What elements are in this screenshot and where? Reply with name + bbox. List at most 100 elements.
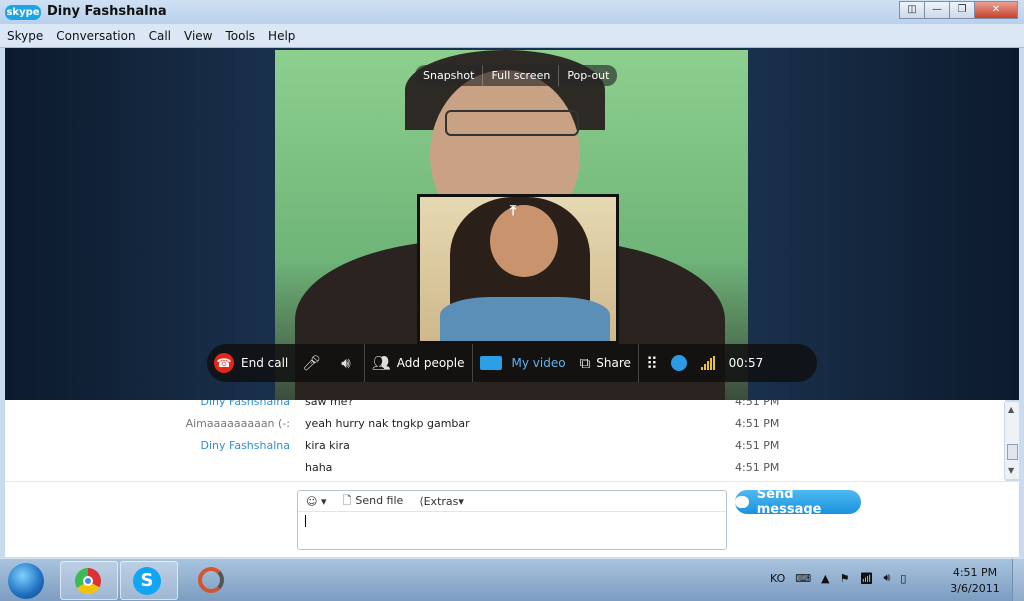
end-call-button[interactable]: ☎ End call: [207, 344, 295, 382]
speaker-icon: 🔊︎: [341, 354, 351, 372]
self-shirt: [440, 297, 610, 341]
dialpad-button[interactable]: ⠿: [637, 344, 664, 382]
app-ring-icon[interactable]: [198, 567, 224, 593]
send-message-button[interactable]: Send message: [735, 487, 861, 517]
menu-call[interactable]: Call: [142, 29, 177, 43]
taskbar-skype[interactable]: S: [120, 561, 178, 600]
compact-view-button[interactable]: ◫: [899, 1, 925, 19]
menu-conversation[interactable]: Conversation: [49, 29, 141, 43]
language-indicator[interactable]: KO: [770, 572, 785, 585]
title-bar: skype Diny Fashshalna ◫ — ❐ ✕: [0, 0, 1024, 24]
my-video-label: My video: [511, 356, 566, 370]
show-hidden-icons-icon[interactable]: ▲: [821, 572, 829, 585]
snapshot-button[interactable]: Snapshot: [415, 65, 482, 86]
keyboard-icon[interactable]: ⌨: [795, 572, 811, 585]
scroll-down-icon[interactable]: ▼: [1008, 466, 1014, 475]
action-center-icon[interactable]: ⚑: [840, 572, 850, 585]
signal-bars-icon: [700, 356, 715, 370]
emoticon-button[interactable]: ☺ ▾: [298, 495, 335, 508]
window-buttons: ◫ — ❐ ✕: [899, 1, 1018, 19]
send-file-button[interactable]: 🗋 Send file: [335, 492, 412, 511]
chat-row: haha 4:51 PM: [5, 458, 1005, 480]
scroll-thumb[interactable]: [1007, 444, 1018, 460]
taskbar-chrome[interactable]: [60, 561, 118, 600]
scroll-up-icon[interactable]: ▲: [1008, 405, 1014, 414]
dialpad-icon: ⠿: [645, 353, 658, 373]
mute-button[interactable]: 🎤︎: [295, 344, 334, 382]
share-label: Share: [596, 356, 631, 370]
chat-time: 4:51 PM: [735, 461, 780, 474]
chat-time: 4:51 PM: [735, 439, 780, 452]
chrome-icon: [75, 568, 101, 594]
volume-icon[interactable]: 🔊︎: [883, 571, 890, 585]
chat-bubble-icon: [735, 496, 749, 508]
send-file-label: Send file: [355, 493, 404, 507]
video-area: Snapshot Full screen Pop-out ⤒ ☎ End cal…: [5, 48, 1019, 400]
chat-sender[interactable]: Diny Fashshalna: [201, 400, 290, 408]
call-timer: 00:57: [728, 356, 764, 370]
self-face: [490, 205, 558, 277]
chat-sender[interactable]: Diny Fashshalna: [201, 439, 290, 452]
self-video[interactable]: ⤒: [417, 194, 619, 344]
clock-time: 4:51 PM: [952, 566, 998, 579]
file-icon: 🗋: [342, 493, 352, 507]
chat-message: haha: [305, 461, 333, 474]
chat-message: yeah hurry nak tngkp gambar: [305, 417, 470, 430]
end-call-label: End call: [241, 356, 289, 370]
remote-glasses: [445, 110, 579, 136]
chat-sender[interactable]: Aimaaaaaaaaan (-:: [186, 417, 290, 430]
message-composer[interactable]: ☺ ▾ 🗋 Send file ⟨Extras▾: [297, 490, 727, 550]
chat-message: saw me?: [305, 400, 354, 408]
extras-button[interactable]: ⟨Extras▾: [411, 495, 472, 508]
call-quality-button[interactable]: [694, 344, 722, 382]
battery-icon[interactable]: ▯: [900, 572, 906, 585]
menu-bar: Skype Conversation Call View Tools Help: [0, 24, 1024, 48]
microphone-muted-icon: 🎤︎: [302, 354, 322, 372]
menu-view[interactable]: View: [177, 29, 218, 43]
taskbar: S KO ⌨ ▲ ⚑ 📶︎ 🔊︎ ▯ 4:51 PM 3/6/2011: [0, 558, 1024, 601]
menu-help[interactable]: Help: [261, 29, 301, 43]
start-button[interactable]: [8, 563, 44, 599]
fullscreen-button[interactable]: Full screen: [482, 65, 558, 86]
chat-scrollbar[interactable]: ▲ ▼: [1004, 402, 1019, 479]
composer-toolbar: ☺ ▾ 🗋 Send file ⟨Extras▾: [298, 491, 726, 512]
im-button[interactable]: [664, 344, 694, 382]
chat-row: Aimaaaaaaaaan (-: yeah hurry nak tngkp g…: [5, 414, 1005, 436]
clock-date: 3/6/2011: [950, 582, 1000, 595]
menu-skype[interactable]: Skype: [0, 29, 49, 43]
extras-label: Extras▾: [423, 494, 464, 508]
system-tray: KO ⌨ ▲ ⚑ 📶︎ 🔊︎ ▯: [770, 571, 906, 585]
chat-time: 4:51 PM: [735, 417, 780, 430]
pin-icon[interactable]: ⤒: [510, 203, 516, 219]
chat-history: Diny Fashshalna saw me? 4:51 PM Aimaaaaa…: [5, 400, 1005, 481]
my-video-button[interactable]: My video: [471, 344, 573, 382]
send-message-label: Send message: [756, 487, 822, 517]
volume-button[interactable]: 🔊︎: [334, 344, 363, 382]
chat-time: 4:51 PM: [735, 400, 780, 408]
close-button[interactable]: ✕: [974, 1, 1018, 19]
skype-icon: S: [133, 567, 161, 595]
chat-bubble-icon: [670, 355, 687, 371]
chat-row: Diny Fashshalna kira kira 4:51 PM: [5, 436, 1005, 458]
taskbar-clock[interactable]: 4:51 PM 3/6/2011: [940, 565, 1010, 597]
video-top-controls: Snapshot Full screen Pop-out: [415, 65, 618, 86]
people-icon: 👥︎: [371, 354, 391, 372]
network-icon[interactable]: 📶︎: [860, 572, 874, 585]
add-people-button[interactable]: 👥︎ Add people: [363, 344, 472, 382]
popout-button[interactable]: Pop-out: [558, 65, 617, 86]
restore-button[interactable]: ❐: [949, 1, 975, 19]
add-people-label: Add people: [396, 356, 465, 370]
skype-logo: skype: [5, 5, 41, 20]
minimize-button[interactable]: —: [924, 1, 950, 19]
window-title: Diny Fashshalna: [47, 4, 167, 19]
share-button[interactable]: ⧉ Share: [573, 344, 638, 382]
chat-message: kira kira: [305, 439, 350, 452]
show-desktop-button[interactable]: [1012, 559, 1024, 601]
menu-tools[interactable]: Tools: [218, 29, 261, 43]
video-camera-icon: [479, 356, 502, 370]
call-toolbar: ☎ End call 🎤︎ 🔊︎ 👥︎ Add people My video …: [207, 344, 817, 382]
text-cursor: [305, 515, 306, 527]
phone-hangup-icon: ☎: [214, 353, 234, 373]
chat-row: Diny Fashshalna saw me? 4:51 PM: [5, 400, 1005, 414]
screen-share-icon: ⧉: [579, 354, 591, 372]
